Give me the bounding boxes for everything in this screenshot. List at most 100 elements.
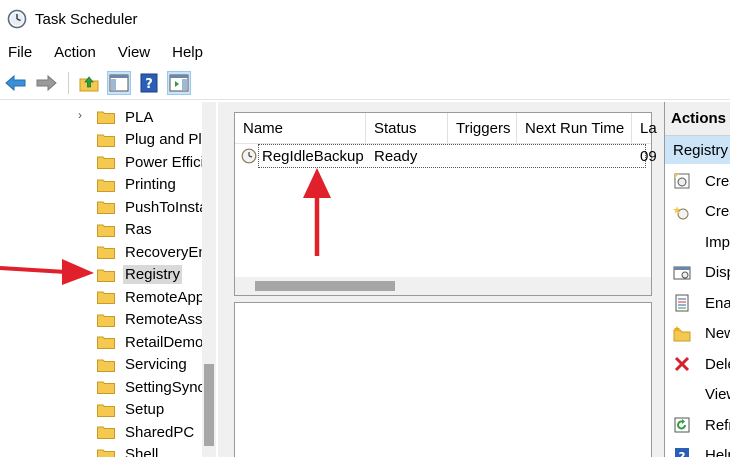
task-clock-icon <box>241 148 257 164</box>
forward-button[interactable] <box>34 71 58 95</box>
action-item[interactable]: Refr <box>665 410 730 440</box>
menu-file[interactable]: File <box>8 44 32 61</box>
action-item[interactable]: Disp <box>665 258 730 288</box>
tree-item[interactable]: RemoteApp <box>0 286 206 308</box>
tree-item[interactable]: RemoteAssi <box>0 309 208 331</box>
task-list-horizontal-scrollbar[interactable] <box>235 277 651 295</box>
show-hide-console-tree-button[interactable] <box>107 70 131 95</box>
action-item[interactable]: View <box>665 380 730 410</box>
column-header-next-run-time[interactable]: Next Run Time <box>517 113 632 143</box>
folder-icon <box>97 134 115 147</box>
left-splitter[interactable] <box>218 102 226 457</box>
action-item-label: Crea <box>705 172 730 190</box>
action-item[interactable]: Crea <box>665 166 730 196</box>
tree-item[interactable]: Servicing <box>0 354 189 376</box>
up-folder-button[interactable] <box>77 71 101 95</box>
tree-item-label: Plug and Pla <box>125 131 211 148</box>
task-scheduler-clock-icon <box>7 9 27 29</box>
action-item[interactable]: Crea <box>665 197 730 227</box>
task-list-scrollbar-thumb[interactable] <box>255 281 395 291</box>
folder-icon <box>97 179 115 192</box>
forward-arrow-icon <box>36 74 57 91</box>
refresh-icon <box>673 416 691 434</box>
action-item[interactable]: Enal <box>665 288 730 318</box>
folder-icon <box>97 201 115 214</box>
action-item[interactable]: New <box>665 319 730 349</box>
tree-item-label: Registry <box>123 265 183 284</box>
tree-item[interactable]: Ras <box>0 219 154 241</box>
column-header-last-run-time[interactable]: La <box>632 113 657 143</box>
window-title: Task Scheduler <box>35 10 138 28</box>
folder-icon <box>97 269 115 282</box>
task-name-cell[interactable]: RegIdleBackup <box>262 144 364 168</box>
column-header-triggers[interactable]: Triggers <box>448 113 517 143</box>
tree-item[interactable]: PLA <box>0 106 155 128</box>
delete-icon <box>673 355 691 373</box>
new-folder-icon <box>673 325 691 343</box>
column-header-status[interactable]: Status <box>366 113 448 143</box>
task-last-run-cell: 09 <box>640 147 657 165</box>
help-button[interactable]: ? <box>137 71 161 95</box>
menu-view[interactable]: View <box>118 44 150 61</box>
tree-item[interactable]: Plug and Pla <box>0 129 212 151</box>
display-running-tasks-icon <box>673 264 691 282</box>
center-pane: Name Status Triggers Next Run Time La Re… <box>226 102 658 457</box>
show-hide-action-pane-icon <box>169 74 189 91</box>
tree-item-label: PLA <box>125 108 154 126</box>
actions-section-registry[interactable]: Registry <box>665 136 730 164</box>
action-item-label: Enal <box>705 294 730 312</box>
action-item-label: Disp <box>705 264 730 281</box>
tree-item[interactable]: Registry <box>0 264 183 286</box>
svg-text:?: ? <box>145 77 153 92</box>
tree-item-label: RetailDemo <box>125 333 204 351</box>
tree-vertical-scrollbar[interactable] <box>202 102 216 457</box>
folder-icon <box>97 156 115 169</box>
action-item[interactable]: ? Help <box>665 441 730 457</box>
action-item-label: Dele <box>705 355 730 373</box>
tree-item[interactable]: PushToInsta <box>0 196 210 218</box>
tree-item-label: RecoveryEn <box>125 243 207 261</box>
folder-icon <box>97 246 115 259</box>
console-tree[interactable]: › PLA Plug and Pla Power Efficie Printing Pu… <box>0 102 218 457</box>
tree-item-label: Ras <box>125 221 152 238</box>
folder-icon <box>97 426 115 439</box>
tree-item[interactable]: Setup <box>0 399 166 421</box>
toolbar-separator <box>68 71 69 94</box>
menu-help[interactable]: Help <box>172 44 203 61</box>
folder-icon <box>97 404 115 417</box>
tree-item-label: RemoteAssi <box>125 311 206 328</box>
tree-item-label: Servicing <box>125 356 187 373</box>
tree-item[interactable]: RecoveryEn <box>0 241 209 263</box>
action-item[interactable]: Imp <box>665 227 730 257</box>
menu-bar: File Action View Help <box>0 38 730 66</box>
action-item-label: Help <box>705 447 730 457</box>
table-row[interactable]: RegIdleBackup Ready 09 <box>235 144 657 168</box>
help-icon: ? <box>673 447 691 457</box>
help-icon: ? <box>140 73 158 92</box>
task-list[interactable]: Name Status Triggers Next Run Time La Re… <box>234 112 657 296</box>
tree-item[interactable]: SettingSync <box>0 376 207 398</box>
tree-item[interactable]: SharedPC <box>0 421 196 443</box>
show-hide-action-pane-button[interactable] <box>167 70 191 95</box>
column-header-name[interactable]: Name <box>235 113 366 143</box>
tree-scrollbar-thumb[interactable] <box>204 364 214 446</box>
action-item-label: Imp <box>705 233 730 251</box>
tree-item-label: PushToInsta <box>125 198 208 216</box>
back-arrow-icon <box>5 74 26 91</box>
menu-action[interactable]: Action <box>54 44 96 61</box>
tree-item[interactable]: Power Efficie <box>0 151 214 173</box>
blank-icon <box>673 386 691 404</box>
tree-item[interactable]: RetailDemo <box>0 331 205 353</box>
action-item-label: View <box>705 386 730 403</box>
action-item[interactable]: Dele <box>665 349 730 379</box>
folder-icon <box>97 381 115 394</box>
folder-icon <box>97 359 115 372</box>
back-button[interactable] <box>4 71 28 95</box>
tree-item[interactable]: Shell <box>0 444 160 457</box>
tree-item[interactable]: Printing <box>0 174 178 196</box>
show-hide-console-tree-icon <box>109 74 129 91</box>
tree-item-label: Setup <box>125 401 165 418</box>
tree-item-label: RemoteApp <box>125 288 205 306</box>
task-status-cell: Ready <box>374 147 418 165</box>
task-detail-pane <box>234 302 652 457</box>
